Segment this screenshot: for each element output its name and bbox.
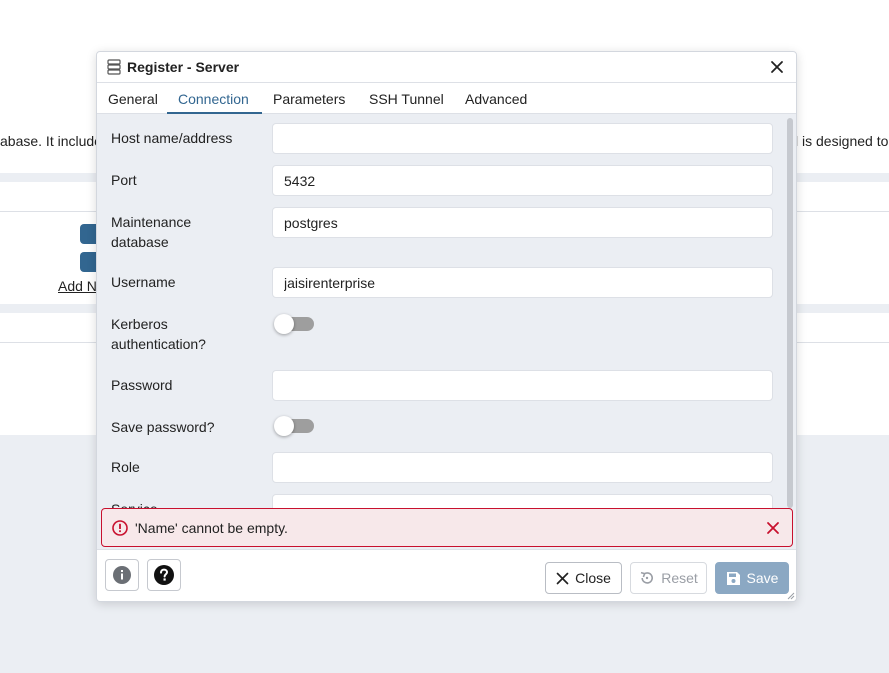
save-icon <box>726 571 740 585</box>
error-circle-icon <box>112 520 128 536</box>
dialog-title: Register - Server <box>127 59 240 75</box>
role-label: Role <box>111 459 140 475</box>
background-description-right: l is designed to <box>795 133 889 149</box>
resize-grip-icon[interactable] <box>787 592 795 600</box>
info-icon <box>113 566 131 584</box>
tab-connection[interactable]: Connection <box>178 91 249 107</box>
tab-general[interactable]: General <box>108 91 158 107</box>
connection-form: Host name/address Port Maintenance datab… <box>97 114 787 509</box>
save-button[interactable]: Save <box>715 562 789 594</box>
reset-icon <box>640 571 654 584</box>
role-input[interactable] <box>272 452 773 483</box>
username-input[interactable] <box>272 267 773 298</box>
tab-advanced[interactable]: Advanced <box>465 91 527 107</box>
close-button-label: Close <box>575 570 611 586</box>
username-label: Username <box>111 274 176 290</box>
host-input[interactable] <box>272 123 773 154</box>
password-input[interactable] <box>272 370 773 401</box>
save-password-label: Save password? <box>111 419 215 435</box>
toggle-knob <box>274 314 294 334</box>
tab-bar: General Connection Parameters SSH Tunnel… <box>97 83 796 114</box>
maintenance-db-label: Maintenance database <box>111 212 191 252</box>
register-server-dialog: Register - Server General Connection Par… <box>96 51 797 602</box>
close-icon[interactable] <box>768 58 786 76</box>
maintenance-db-label-line2: database <box>111 234 169 250</box>
form-scrollbar[interactable] <box>787 118 793 508</box>
kerberos-toggle[interactable] <box>274 314 314 334</box>
maintenance-db-label-line1: Maintenance <box>111 214 192 230</box>
port-input[interactable] <box>272 165 773 196</box>
reset-button[interactable]: Reset <box>630 562 707 594</box>
kerberos-label-line2: authentication? <box>111 336 206 352</box>
tab-ssh-tunnel[interactable]: SSH Tunnel <box>369 91 444 107</box>
help-icon <box>154 565 174 585</box>
host-label: Host name/address <box>111 130 233 146</box>
kerberos-label: Kerberos authentication? <box>111 314 206 354</box>
dialog-header[interactable]: Register - Server <box>97 52 796 83</box>
save-password-toggle[interactable] <box>274 416 314 436</box>
dialog-footer: Close Reset Save <box>97 549 796 601</box>
port-label: Port <box>111 172 137 188</box>
password-label: Password <box>111 377 173 393</box>
kerberos-label-line1: Kerberos <box>111 316 168 332</box>
reset-button-label: Reset <box>661 570 698 586</box>
background-add-link: Add N <box>58 278 97 294</box>
maintenance-db-input[interactable] <box>272 207 773 238</box>
tab-parameters[interactable]: Parameters <box>273 91 345 107</box>
close-button[interactable]: Close <box>545 562 622 594</box>
help-button[interactable] <box>147 559 181 591</box>
toggle-knob <box>274 416 294 436</box>
service-input[interactable] <box>272 494 773 509</box>
background-description-left: abase. It include <box>0 133 102 149</box>
close-icon[interactable] <box>766 521 780 535</box>
error-banner: 'Name' cannot be empty. <box>101 508 793 547</box>
info-button[interactable] <box>105 559 139 591</box>
close-icon <box>556 572 569 584</box>
save-button-label: Save <box>746 570 779 586</box>
server-icon <box>107 59 121 75</box>
error-message: 'Name' cannot be empty. <box>135 520 288 536</box>
